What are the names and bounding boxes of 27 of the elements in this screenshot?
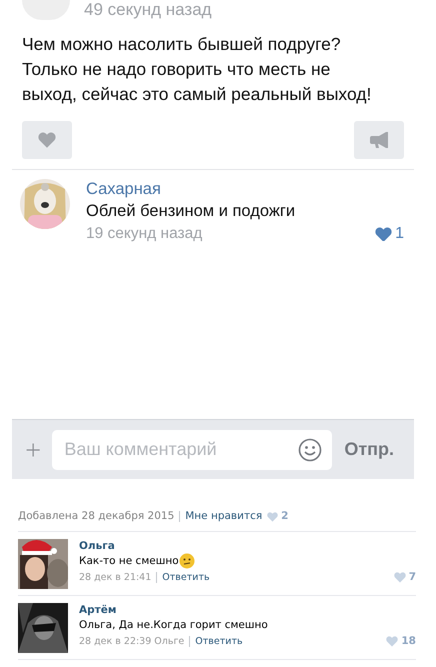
comment-field[interactable]: Ваш комментарий: [52, 430, 332, 470]
comment-time: 28 дек в 21:41: [79, 570, 152, 585]
comment-text: Как-то не смешно: [79, 554, 179, 569]
like-count: 2: [281, 509, 288, 524]
megaphone-icon: [370, 132, 388, 148]
like-count: 7: [408, 570, 416, 585]
comment-time: 19 секунд назад: [86, 224, 202, 244]
author-name[interactable]: Сахарная: [86, 178, 404, 200]
like-count: 1: [395, 224, 404, 244]
share-button[interactable]: [354, 121, 404, 159]
like-count: 18: [401, 634, 416, 649]
added-date: Добавлена 28 декабря 2015: [18, 509, 174, 524]
heart-icon: [38, 132, 56, 148]
comment-input[interactable]: Ваш комментарий: [62, 435, 298, 464]
send-button[interactable]: Отпр.: [344, 436, 394, 463]
smiley-icon[interactable]: [298, 438, 322, 462]
reply-link[interactable]: Ответить: [162, 570, 210, 586]
author-name[interactable]: Ольга: [79, 538, 416, 553]
author-name[interactable]: Артём: [79, 602, 416, 617]
comment-time: 28 дек в 22:39 Ольге: [79, 634, 184, 649]
comment-text: Облей бензином и подожги: [86, 201, 296, 222]
like-link[interactable]: Мне нравится: [185, 509, 262, 525]
like-button[interactable]: [22, 121, 72, 159]
comment-text: Ольга, Да не.Когда горит смешно: [79, 618, 268, 633]
post-text: Чем можно насолить бывшей подруге? Только не надо говорить что месть не выход, сейчас это самый реальный выход!: [21, 33, 372, 106]
reply-link[interactable]: Ответить: [195, 634, 243, 650]
post-time: 49 секунд назад: [84, 0, 212, 20]
